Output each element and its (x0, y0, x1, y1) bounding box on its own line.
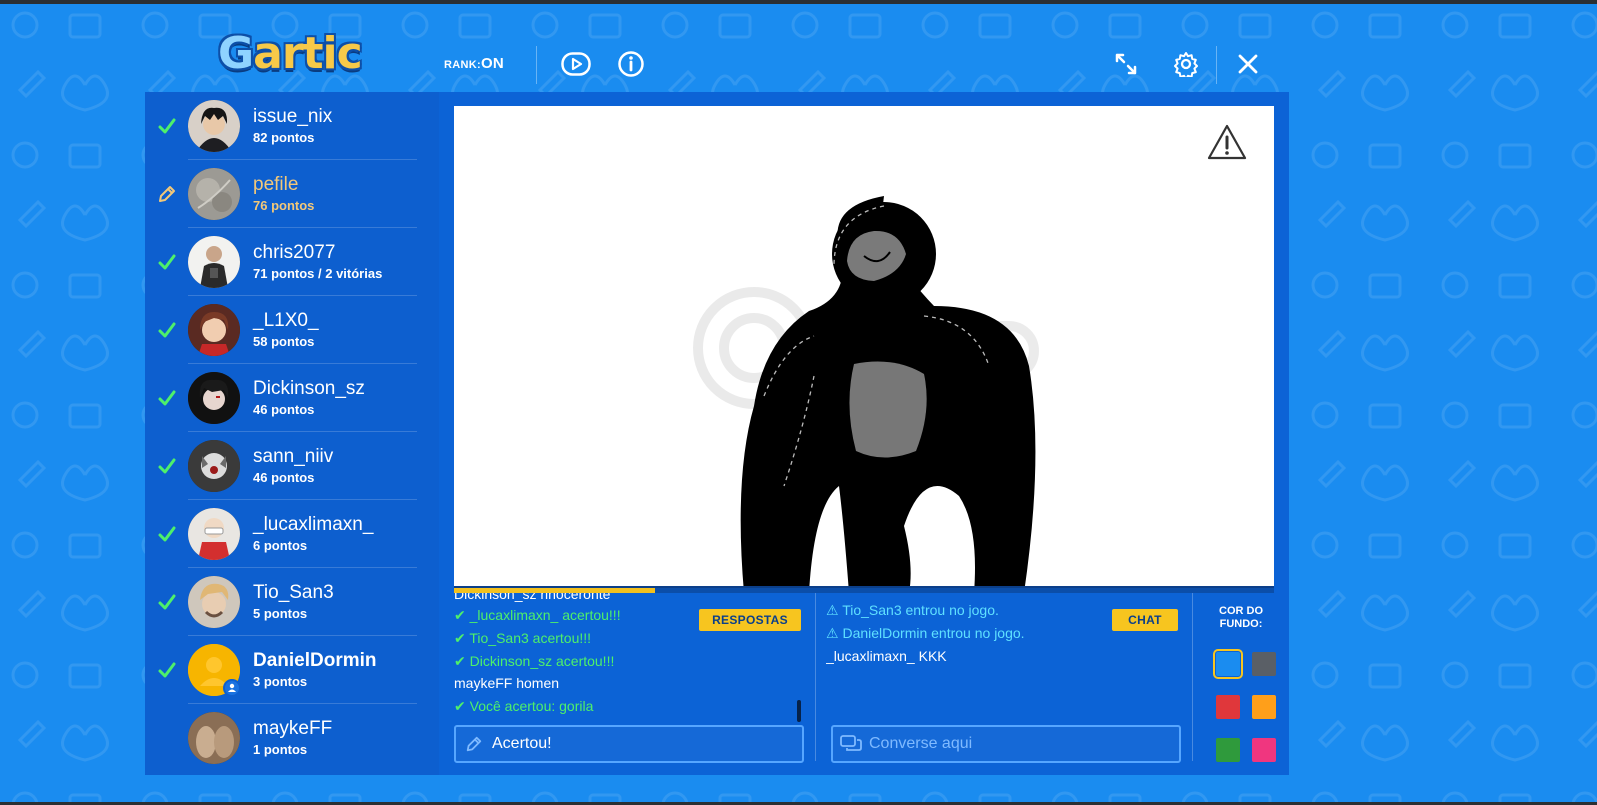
chat-system-message: ⚠ Tio_San3 entrou no jogo. (826, 602, 999, 618)
player-score: 1 pontos (253, 742, 308, 757)
player-name: DanielDormin (253, 650, 377, 671)
gorilla-drawing (740, 196, 1036, 593)
avatar (188, 576, 240, 628)
player-name: maykeFF (253, 718, 333, 739)
background-color-label: COR DO FUNDO: (1219, 605, 1263, 630)
check-icon (158, 390, 176, 406)
bg-color-swatch-green[interactable] (1216, 738, 1240, 762)
gear-icon (1174, 52, 1198, 77)
avatar (188, 372, 240, 424)
info-button[interactable] (613, 46, 649, 82)
settings-button[interactable] (1168, 46, 1204, 82)
avatar (188, 100, 240, 152)
avatar (188, 712, 240, 764)
close-button[interactable] (1230, 46, 1266, 82)
pencil-icon (159, 186, 175, 202)
chat-message: _lucaxlimaxn_ KKK (826, 648, 947, 664)
chat-input-box[interactable] (831, 725, 1181, 763)
bg-color-swatch-blue[interactable] (1213, 649, 1243, 679)
player-row[interactable]: chris2077 71 pontos / 2 vitórias (145, 228, 439, 296)
player-score: 6 pontos (253, 538, 308, 553)
player-list: issue_nix 82 pontos pefile 76 pontos chr… (145, 92, 439, 775)
player-name: sann_niiv (253, 446, 334, 467)
answer-message: maykeFF homen (454, 675, 560, 691)
avatar (188, 236, 240, 288)
player-score: 46 pontos (253, 470, 315, 485)
answer-message-correct: ✔ Tio_San3 acertou!!! (454, 630, 592, 646)
info-icon (618, 51, 644, 77)
answers-scrollbar[interactable] (797, 700, 801, 722)
report-warning-icon (1207, 124, 1247, 160)
player-score: 58 pontos (253, 334, 315, 349)
answer-message-correct: ✔ Dickinson_sz acertou!!! (454, 653, 615, 669)
chat-system-message: ⚠ DanielDormin entrou no jogo. (826, 625, 1025, 641)
avatar (188, 304, 240, 356)
check-icon (158, 458, 176, 474)
check-icon (158, 594, 176, 610)
player-row[interactable]: sann_niiv 46 pontos (145, 432, 439, 500)
player-score: 46 pontos (253, 402, 315, 417)
player-row-self[interactable]: DanielDormin 3 pontos (145, 636, 439, 704)
player-name: chris2077 (253, 242, 336, 263)
close-icon (1238, 54, 1258, 74)
column-divider (815, 593, 816, 761)
avatar (188, 508, 240, 560)
column-divider-2 (1192, 593, 1193, 761)
expand-icon (1115, 53, 1137, 75)
header-divider-2 (1216, 46, 1217, 84)
player-name: Tio_San3 (253, 582, 334, 603)
drawing-canvas[interactable] (454, 106, 1274, 593)
play-icon (561, 52, 591, 76)
player-name: _lucaxlimaxn_ (253, 514, 374, 535)
drawing (693, 124, 1247, 593)
answer-input[interactable] (492, 735, 802, 753)
answer-message-correct: ✔ _lucaxlimaxn_ acertou!!! (454, 607, 621, 623)
avatar (188, 644, 241, 697)
answer-message: Dickinson_sz rinoceronte (454, 593, 611, 602)
player-name: Dickinson_sz (253, 378, 365, 399)
avatar (188, 168, 240, 220)
chat-input[interactable] (869, 735, 1179, 753)
answer-message-correct: ✔ Você acertou: gorila (454, 698, 594, 714)
check-icon (158, 118, 176, 134)
bg-color-swatch-gray[interactable] (1252, 652, 1276, 676)
player-name: issue_nix (253, 106, 333, 127)
check-icon (158, 526, 176, 542)
player-row[interactable]: Dickinson_sz 46 pontos (145, 364, 439, 432)
player-row[interactable]: pefile 76 pontos (145, 160, 439, 228)
player-score: 71 pontos / 2 vitórias (253, 266, 383, 281)
bg-color-swatch-pink[interactable] (1252, 738, 1276, 762)
player-row[interactable]: _L1X0_ 58 pontos (145, 296, 439, 364)
player-score: 5 pontos (253, 606, 308, 621)
player-score: 82 pontos (253, 130, 315, 145)
bg-color-swatch-orange[interactable] (1252, 695, 1276, 719)
player-row[interactable]: issue_nix 82 pontos (145, 92, 439, 160)
player-score: 76 pontos (253, 198, 315, 213)
header-divider (536, 46, 537, 84)
check-icon (158, 322, 176, 338)
player-name: _L1X0_ (253, 310, 319, 331)
chat-bubble-icon (840, 735, 862, 751)
avatar (188, 440, 240, 492)
play-tutorial-button[interactable] (558, 46, 594, 82)
bg-color-swatch-red[interactable] (1216, 695, 1240, 719)
player-name: pefile (253, 174, 299, 195)
check-icon (158, 662, 176, 678)
player-row[interactable]: maykeFF 1 pontos (145, 704, 439, 772)
chat-tab-button[interactable]: CHAT (1112, 609, 1178, 631)
gartic-logo: Gartic (218, 28, 363, 79)
answer-input-box[interactable] (454, 725, 804, 763)
round-timer-bar (454, 586, 1274, 593)
player-row[interactable]: Tio_San3 5 pontos (145, 568, 439, 636)
pencil-icon (466, 736, 482, 752)
rank-status: RANK:ON (444, 55, 504, 72)
player-row[interactable]: _lucaxlimaxn_ 6 pontos (145, 500, 439, 568)
player-score: 3 pontos (253, 674, 308, 689)
rank-value: ON (480, 55, 505, 72)
check-icon (158, 254, 176, 270)
fullscreen-button[interactable] (1108, 46, 1144, 82)
rank-label: RANK: (444, 59, 481, 71)
answers-tab-button[interactable]: RESPOSTAS (699, 609, 801, 631)
